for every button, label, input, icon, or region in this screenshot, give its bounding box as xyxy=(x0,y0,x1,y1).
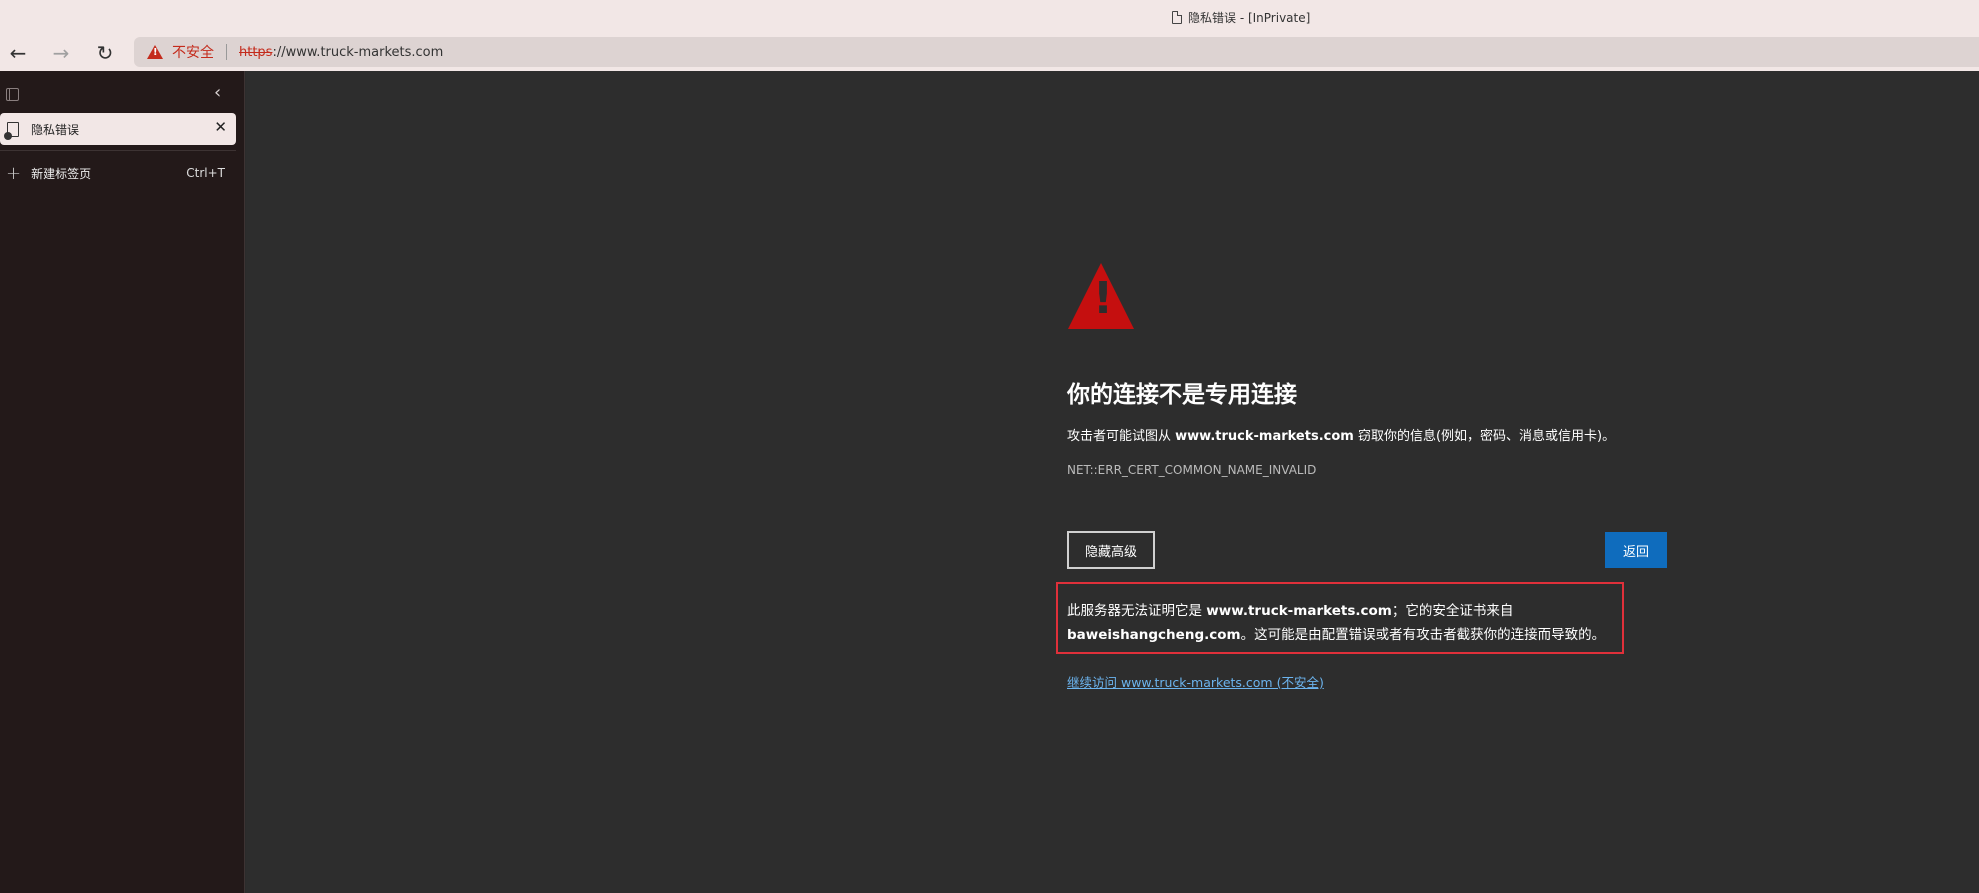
vertical-tabs-sidebar: ‹ 隐私错误 ✕ + 新建标签页 Ctrl+T xyxy=(0,71,245,893)
plus-icon: + xyxy=(6,162,22,184)
new-tab-label: 新建标签页 xyxy=(31,166,92,181)
window-title: 隐私错误 - [InPrivate] xyxy=(1172,9,1310,26)
tab-favicon-icon xyxy=(4,121,19,140)
adv-prefix: 此服务器无法证明它是 xyxy=(1067,603,1207,619)
new-tab-shortcut: Ctrl+T xyxy=(186,166,225,180)
tab-label: 隐私错误 xyxy=(31,122,80,137)
adv-domain: www.truck-markets.com xyxy=(1206,603,1392,619)
advanced-details-text: 此服务器无法证明它是 www.truck-markets.com；它的安全证书来… xyxy=(1067,599,1627,647)
forward-arrow-icon: → xyxy=(52,41,70,65)
refresh-icon: ↻ xyxy=(96,41,114,65)
address-bar[interactable]: 不安全 https ://www.truck-markets.com xyxy=(134,37,1979,67)
forward-button[interactable]: → xyxy=(48,40,74,66)
hide-advanced-button[interactable]: 隐藏高级 xyxy=(1066,530,1156,570)
desc-prefix: 攻击者可能试图从 xyxy=(1067,429,1176,444)
url-scheme: https xyxy=(239,44,273,60)
title-bar: 隐私错误 - [InPrivate] xyxy=(0,0,1979,34)
error-description: 攻击者可能试图从 www.truck-markets.com 窃取你的信息(例如… xyxy=(1067,425,1615,444)
desc-suffix: 窃取你的信息(例如，密码、消息或信用卡)。 xyxy=(1353,429,1616,444)
warning-icon[interactable] xyxy=(147,45,163,59)
proceed-unsafe-link[interactable]: 继续访问 www.truck-markets.com (不安全) xyxy=(1067,672,1324,691)
back-button[interactable]: ← xyxy=(5,40,31,66)
back-to-safety-button[interactable]: 返回 xyxy=(1605,532,1667,568)
desc-domain: www.truck-markets.com xyxy=(1175,429,1354,444)
url-text: ://www.truck-markets.com xyxy=(272,44,444,60)
adv-suffix: 。这可能是由配置错误或者有攻击者截获你的连接而导致的。 xyxy=(1240,627,1606,643)
page-icon xyxy=(1172,11,1182,24)
address-separator xyxy=(226,44,227,60)
back-arrow-icon: ← xyxy=(9,41,27,65)
error-page: 你的连接不是专用连接 攻击者可能试图从 www.truck-markets.co… xyxy=(246,71,1979,893)
large-warning-icon xyxy=(1068,263,1134,329)
sidebar-divider xyxy=(0,150,236,151)
adv-cert-domain: baweishangcheng.com xyxy=(1067,627,1241,643)
close-tab-icon[interactable]: ✕ xyxy=(214,118,227,136)
adv-middle: ；它的安全证书来自 xyxy=(1391,603,1514,619)
error-code: NET::ERR_CERT_COMMON_NAME_INVALID xyxy=(1067,463,1317,477)
collapse-sidebar-icon[interactable]: ‹ xyxy=(214,82,221,103)
tab-actions-icon[interactable] xyxy=(6,88,19,101)
page-title: 你的连接不是专用连接 xyxy=(1067,382,1297,408)
tab-privacy-error[interactable]: 隐私错误 ✕ xyxy=(0,113,236,145)
navigation-bar: ← → ↻ 不安全 https ://www.truck-markets.com xyxy=(0,34,1979,71)
refresh-button[interactable]: ↻ xyxy=(92,40,118,66)
new-tab-button[interactable]: + 新建标签页 Ctrl+T xyxy=(0,159,236,187)
window-title-text: 隐私错误 - [InPrivate] xyxy=(1188,11,1311,25)
security-status[interactable]: 不安全 xyxy=(172,42,214,62)
